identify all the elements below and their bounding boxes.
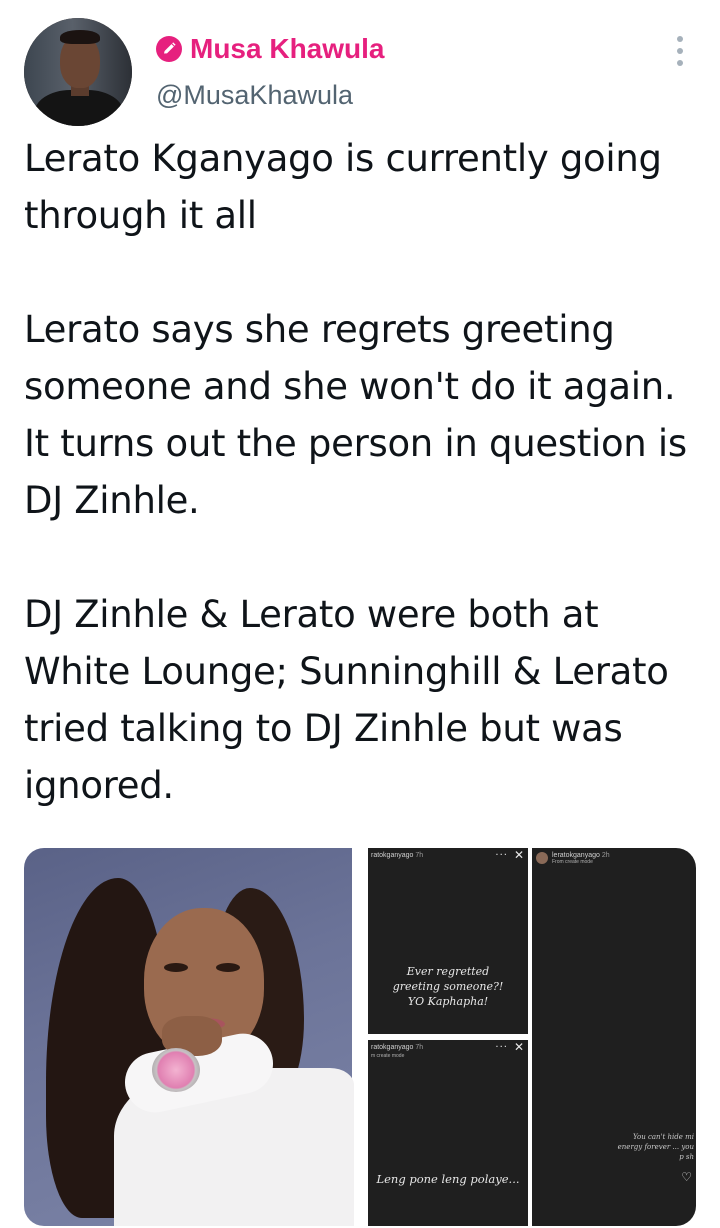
tweet-paragraph: Lerato says she regrets greeting someone…	[24, 308, 687, 522]
story-username: ratokganyago 7h	[371, 1044, 424, 1051]
tweet-text: Lerato Kganyago is currently going throu…	[24, 130, 700, 814]
media-photo-story-2[interactable]: ratokganyago 7h m create mode ··· ✕ Leng …	[368, 1040, 528, 1226]
heart-icon[interactable]: ♡	[681, 1170, 692, 1184]
pencil-icon	[156, 36, 182, 62]
story-caption: Ever regretted greeting someone?! YO Kap…	[392, 965, 504, 1008]
story-subtitle: m create mode	[371, 1053, 405, 1059]
author-avatar[interactable]	[24, 18, 132, 126]
story-avatar	[536, 852, 548, 864]
media-photo-story-3[interactable]: leratokganyago 2h From create mode You c…	[532, 848, 696, 1226]
story-controls: ··· ✕	[495, 1040, 524, 1054]
story-username: leratokganyago 2h	[552, 852, 610, 859]
media-grid: ratokganyago 7h ··· ✕ Ever regretted gree…	[24, 848, 696, 1226]
media-photo-story-1[interactable]: ratokganyago 7h ··· ✕ Ever regretted gree…	[368, 848, 528, 1034]
story-username: ratokganyago 7h	[371, 852, 424, 859]
story-subtitle: From create mode	[552, 859, 593, 865]
author-display-name[interactable]: Musa Khawula	[190, 32, 384, 66]
author-handle[interactable]: @MusaKhawula	[156, 79, 353, 111]
story-caption: Leng pone leng polaye...	[376, 1172, 520, 1186]
tweet-paragraph: DJ Zinhle & Lerato were both at White Lo…	[24, 593, 669, 807]
author-name-row[interactable]: Musa Khawula	[156, 32, 384, 66]
story-caption: You can't hide mi energy forever ... you…	[617, 1133, 694, 1161]
story-controls: ··· ✕	[495, 848, 524, 862]
close-icon: ✕	[513, 848, 524, 862]
tweet-paragraph: Lerato Kganyago is currently going throu…	[24, 137, 662, 237]
more-options-icon[interactable]	[670, 36, 690, 66]
close-icon: ✕	[513, 1040, 524, 1054]
media-photo-portrait[interactable]	[24, 848, 354, 1226]
